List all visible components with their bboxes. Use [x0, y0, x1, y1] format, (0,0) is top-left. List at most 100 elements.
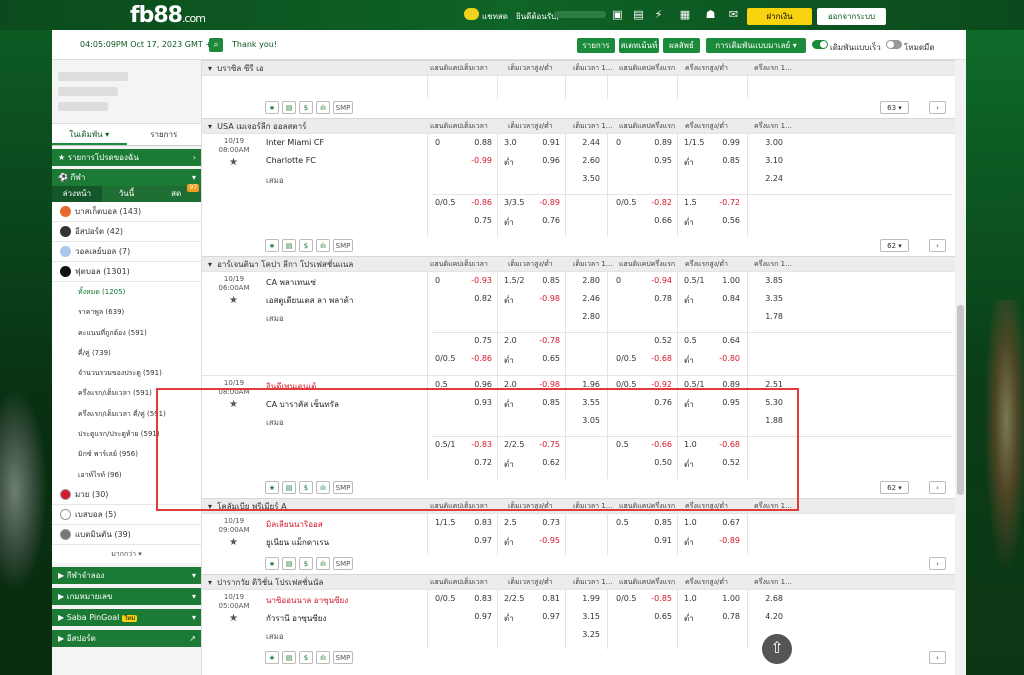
odds-cell[interactable]: 3.10: [747, 156, 783, 165]
league-header[interactable]: ▾ โคลัมเบีย พรีเมียร์ A แฮนดิแคปเต็มเวลา เ…: [202, 498, 955, 513]
odds-cell[interactable]: 3.25: [566, 630, 600, 639]
tab-early[interactable]: ล่วงหน้า: [52, 186, 102, 202]
odds-cell[interactable]: 3.50: [566, 174, 600, 183]
chart-icon[interactable]: ılı: [316, 557, 330, 570]
results-button[interactable]: ผลลัพธ์: [663, 38, 700, 53]
more-sports-link[interactable]: มากกว่า ▾: [52, 544, 201, 563]
odds-cell[interactable]: 1.96: [566, 380, 600, 389]
odds-cell[interactable]: 3.35: [747, 294, 783, 303]
odds-cell[interactable]: -0.68: [640, 354, 672, 363]
league-header[interactable]: ▾ ปารากวัย ดิวิชั่น โปรเฟสชั่นนัล แฮนดิแค…: [202, 574, 955, 589]
odds-cell[interactable]: -0.66: [640, 440, 672, 449]
odds-cell[interactable]: 2.80: [566, 276, 600, 285]
away-team[interactable]: ยูเนียน แม็กดาเรน: [266, 536, 329, 549]
scrollbar[interactable]: [955, 60, 966, 675]
tab-my-bets[interactable]: ในเดิมพัน ▾: [52, 124, 127, 145]
mail-icon[interactable]: ✉: [727, 8, 740, 21]
virtual-sports-header[interactable]: ▶ กีฬาจำลอง ▾: [52, 566, 201, 584]
odds-cell[interactable]: 0.78: [640, 294, 672, 303]
chat-link[interactable]: แชทสด: [482, 10, 508, 23]
sport-item[interactable]: วอลเลย์บอล (7): [52, 242, 201, 262]
odds-cell[interactable]: -0.92: [640, 380, 672, 389]
sport-item[interactable]: แบดมินตัน (39): [52, 524, 201, 545]
promo-icon[interactable]: ▦: [676, 8, 694, 21]
next-arrow-button[interactable]: ›: [929, 557, 946, 570]
odds-cell[interactable]: 0.93: [460, 398, 492, 407]
favorite-star-icon[interactable]: ★: [265, 239, 279, 252]
odds-cell[interactable]: 0.50: [640, 458, 672, 467]
odds-cell[interactable]: -0.75: [532, 440, 560, 449]
odds-cell[interactable]: -0.99: [460, 156, 492, 165]
fast-bet-toggle[interactable]: [812, 40, 828, 49]
odds-cell[interactable]: 0.67: [712, 518, 740, 527]
league-header[interactable]: ▾ บราซิล ซีรี เอ แฮนดิแคปเต็มเวลา เต็มเวลา…: [202, 60, 955, 75]
favorite-star-icon[interactable]: ★: [265, 651, 279, 664]
league-header[interactable]: ▾ USA เมเจอร์ลีก ออลสตาร์ แฮนดิแคปเต็มเวล…: [202, 118, 955, 133]
odds-cell[interactable]: 1.00: [712, 276, 740, 285]
cashout-icon[interactable]: $: [299, 101, 313, 114]
chart-icon[interactable]: ılı: [316, 481, 330, 494]
odds-cell[interactable]: -0.82: [640, 198, 672, 207]
odds-cell[interactable]: 0.62: [532, 458, 560, 467]
odds-cell[interactable]: 2.46: [566, 294, 600, 303]
odds-cell[interactable]: 1.78: [747, 312, 783, 321]
next-arrow-button[interactable]: ›: [929, 239, 946, 252]
cashout-icon[interactable]: $: [299, 557, 313, 570]
odds-cell[interactable]: -0.89: [532, 198, 560, 207]
odds-cell[interactable]: 0.56: [712, 216, 740, 225]
football-subitem[interactable]: เอาท์ไรท์ (96): [52, 464, 201, 485]
odds-cell[interactable]: 0.65: [532, 354, 560, 363]
odds-cell[interactable]: -0.98: [532, 380, 560, 389]
odds-cell[interactable]: 0.82: [460, 294, 492, 303]
scrollbar-thumb[interactable]: [957, 305, 964, 495]
odds-cell[interactable]: 0.76: [532, 216, 560, 225]
favorite-star-icon[interactable]: ★: [229, 295, 238, 306]
odds-cell[interactable]: 2.68: [747, 594, 783, 603]
football-subitem[interactable]: คะแนนที่ถูกต้อง (591): [52, 322, 201, 343]
home-team[interactable]: CA พลาเทนเซ่: [266, 276, 316, 289]
odds-cell[interactable]: -0.93: [460, 276, 492, 285]
odds-cell[interactable]: 0.85: [712, 156, 740, 165]
football-subitem[interactable]: คี่/คู่ (739): [52, 342, 201, 364]
odds-cell[interactable]: 0.66: [640, 216, 672, 225]
bet-list-button[interactable]: รายการ: [577, 38, 615, 53]
odds-cell[interactable]: 0.95: [640, 156, 672, 165]
smp-button[interactable]: SMP: [333, 101, 353, 114]
odds-cell[interactable]: 0.83: [460, 518, 492, 527]
sport-item[interactable]: เบสบอล (5): [52, 504, 201, 525]
tab-list[interactable]: รายการ: [127, 124, 202, 145]
odds-cell[interactable]: 0.83: [460, 594, 492, 603]
stats-icon[interactable]: ▤: [282, 481, 296, 494]
odds-cell[interactable]: -0.68: [712, 440, 740, 449]
favorite-star-icon[interactable]: ★: [265, 101, 279, 114]
home-team[interactable]: นาซิออนนาล อาซุนซียง: [266, 594, 348, 607]
odds-cell[interactable]: 0.88: [460, 138, 492, 147]
football-subitem[interactable]: ทั้งหมด (1205): [52, 282, 201, 303]
odds-cell[interactable]: -0.72: [712, 198, 740, 207]
home-team[interactable]: Inter Miami CF: [266, 138, 324, 147]
cashout-icon[interactable]: $: [299, 651, 313, 664]
stats-icon[interactable]: ▤: [282, 651, 296, 664]
user-icon[interactable]: ☗: [704, 8, 717, 21]
refresh-icon[interactable]: ⚡: [652, 8, 665, 21]
odds-cell[interactable]: 3.05: [566, 416, 600, 425]
odds-cell[interactable]: 0.85: [532, 398, 560, 407]
odds-cell[interactable]: 5.30: [747, 398, 783, 407]
odds-cell[interactable]: 2.51: [747, 380, 783, 389]
next-arrow-button[interactable]: ›: [929, 101, 946, 114]
sport-item[interactable]: บาสเก็ตบอล (143): [52, 202, 201, 222]
odds-cell[interactable]: -0.95: [532, 536, 560, 545]
sport-item[interactable]: อีสปอร์ต (42): [52, 222, 201, 242]
more-markets-select[interactable]: 62 ▾: [880, 239, 909, 252]
more-markets-select[interactable]: 63 ▾: [880, 101, 909, 114]
search-icon[interactable]: ⌕: [209, 38, 223, 52]
odds-cell[interactable]: 0.65: [640, 612, 672, 621]
chart-icon[interactable]: ılı: [316, 651, 330, 664]
football-subitem[interactable]: มิกซ์ พาร์เลย์ (956): [52, 444, 201, 465]
odds-cell[interactable]: 0.52: [712, 458, 740, 467]
chart-icon[interactable]: ılı: [316, 239, 330, 252]
smp-button[interactable]: SMP: [333, 481, 353, 494]
odds-cell[interactable]: 2.24: [747, 174, 783, 183]
odds-cell[interactable]: 0.81: [532, 594, 560, 603]
saba-pingoal-header[interactable]: ▶ Saba PinGoal ใหม่ ▾: [52, 608, 201, 626]
